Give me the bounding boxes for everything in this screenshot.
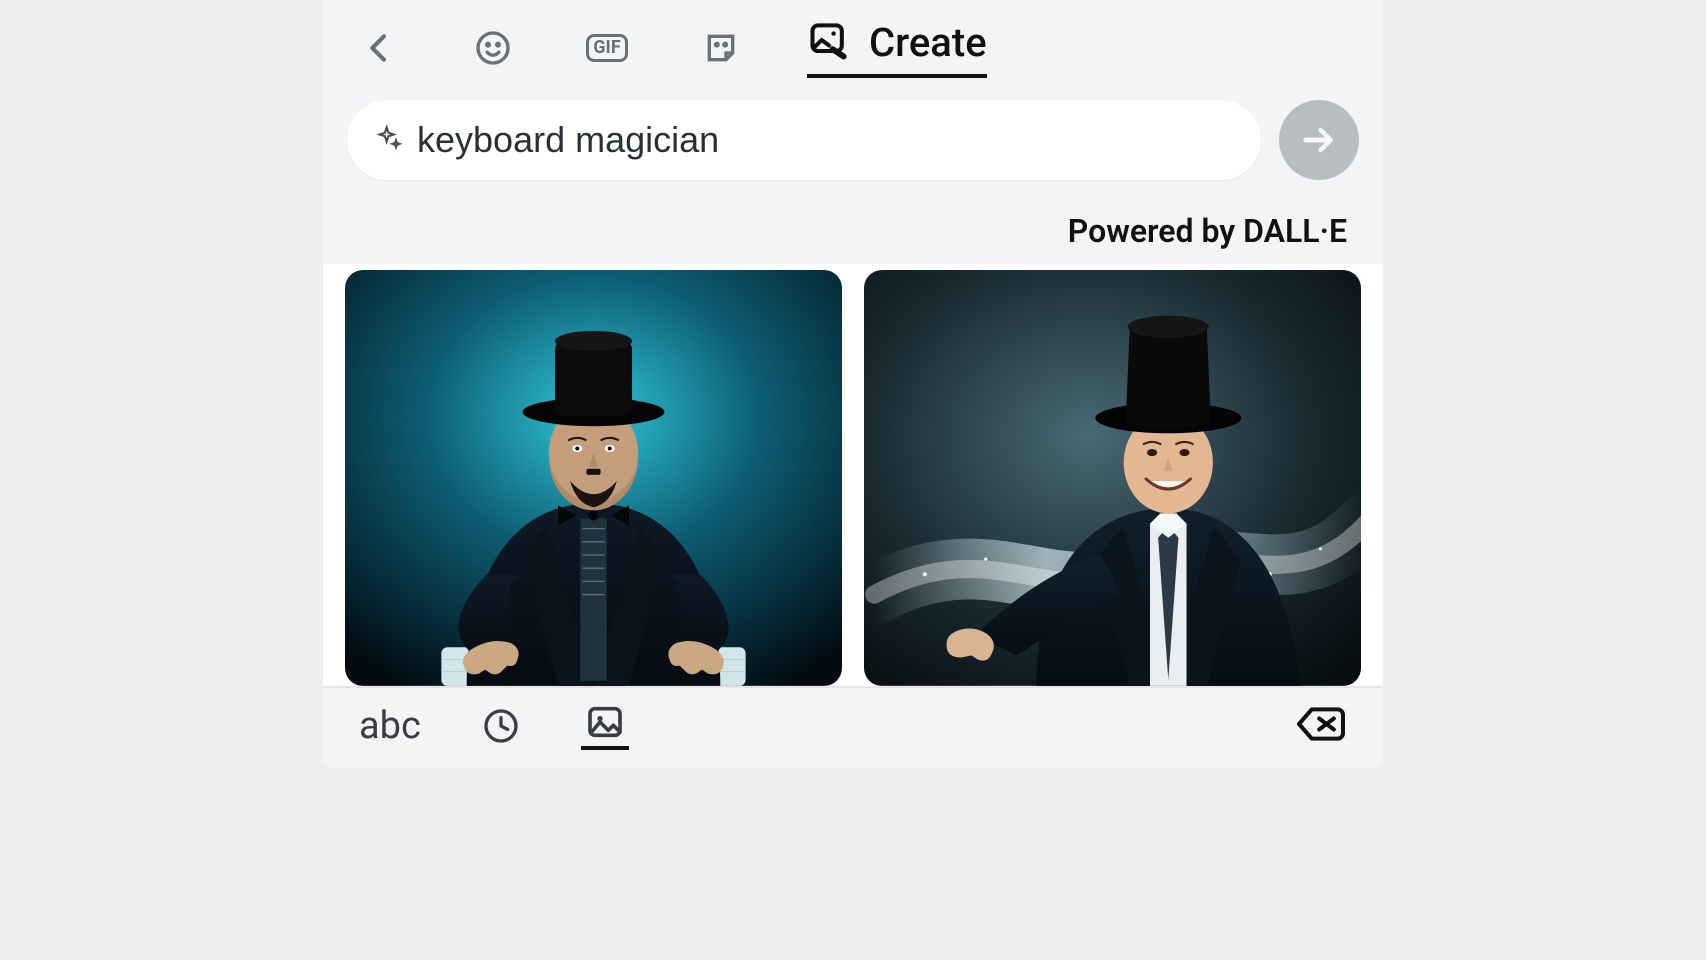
prompt-field-container[interactable] xyxy=(347,100,1261,180)
back-button[interactable] xyxy=(351,20,407,76)
create-tab[interactable]: Create xyxy=(807,18,987,78)
emoji-tab[interactable] xyxy=(465,20,521,76)
backspace-button[interactable] xyxy=(1295,702,1347,750)
prompt-input[interactable] xyxy=(417,119,1233,161)
create-tab-label: Create xyxy=(869,19,987,66)
result-image[interactable] xyxy=(864,270,1361,686)
result-image[interactable] xyxy=(345,270,842,686)
image-mode-button[interactable] xyxy=(581,702,629,750)
recent-button[interactable] xyxy=(477,702,525,750)
sticker-tab[interactable] xyxy=(693,20,749,76)
bottom-bar-left: abc xyxy=(359,702,629,750)
gif-icon: GIF xyxy=(586,34,627,62)
submit-button[interactable] xyxy=(1279,100,1359,180)
prompt-row xyxy=(323,86,1383,184)
attribution-text: Powered by DALL·E xyxy=(323,184,1383,264)
tabs-row: GIF Create xyxy=(323,0,1383,86)
results-grid xyxy=(323,264,1383,686)
keyboard-bottom-bar: abc xyxy=(323,686,1383,768)
sparkle-icon xyxy=(375,124,403,156)
keyboard-panel: GIF Create Powered by DALL·E xyxy=(323,0,1383,768)
abc-mode-button[interactable]: abc xyxy=(359,704,421,748)
create-icon xyxy=(807,18,851,66)
gif-tab[interactable]: GIF xyxy=(579,20,635,76)
